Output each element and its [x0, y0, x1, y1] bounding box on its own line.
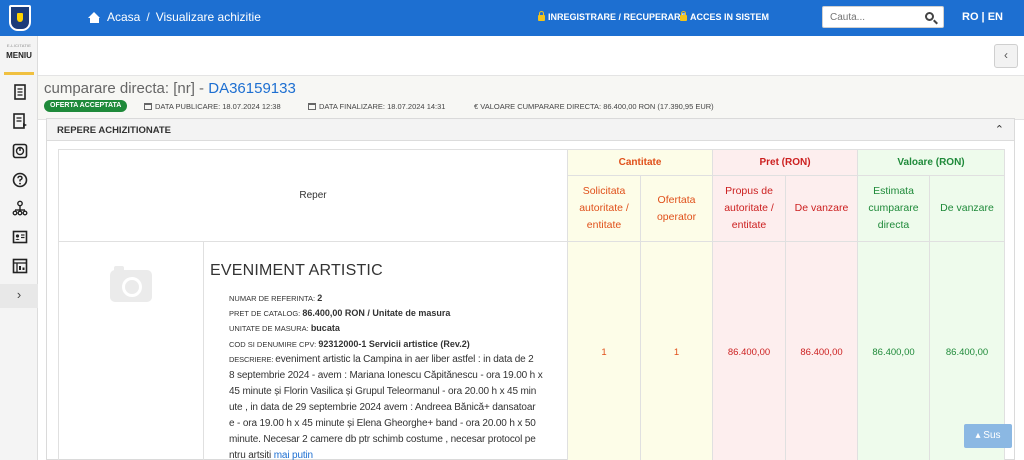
propus-header: Propus de autoritate / entitate: [712, 175, 787, 242]
breadcrumb-current: Visualizare achizitie: [155, 10, 261, 24]
solicitata-header: Solicitata autoritate / entitate: [567, 175, 641, 242]
calendar-icon: [144, 103, 152, 110]
desc-line: 45 minute și Florin Vasilica și Grupul T…: [229, 385, 537, 397]
page-header: cumparare directa: [nr] - DA36159133 OFE…: [38, 76, 1024, 120]
mai-putin-link[interactable]: mai putin: [274, 450, 313, 460]
pret-value: 86.400,00 RON / Unitate de masura: [302, 308, 451, 319]
nr-ref-label: NUMAR DE REFERINTA:: [229, 294, 318, 303]
menu-label: MENIU: [6, 51, 32, 60]
lock-icon: [538, 11, 545, 21]
camera-icon: [110, 266, 152, 302]
estimata-value: 86.400,00: [857, 241, 931, 460]
publish-date-text: DATA PUBLICARE: 18.07.2024 12:38: [155, 102, 281, 111]
sidebar: E-LICITATIE MENIU ›: [0, 36, 38, 460]
chevron-up-icon[interactable]: ⌃: [995, 123, 1004, 136]
cpv-value: 92312000-1 Servicii artistice (Rev.2): [318, 338, 470, 349]
desc-line: ute , in data de 29 septembrie 2024 avem…: [229, 401, 536, 413]
ofertata-header: Ofertata operator: [639, 175, 714, 242]
chart-icon[interactable]: [12, 143, 28, 159]
purchase-value: € VALOARE CUMPARARE DIRECTA: 86.400,00 R…: [474, 102, 714, 111]
um-value: bucata: [310, 323, 340, 334]
desc-line: minute. Necesar 2 camere db ptr schimb c…: [229, 433, 536, 445]
ofertata-value: 1: [639, 241, 714, 460]
menu-active-bar: [4, 72, 34, 75]
search-icon[interactable]: [925, 12, 934, 21]
product-details: NUMAR DE REFERINTA: 2 PRET DE CATALOG: 8…: [210, 291, 561, 460]
help-icon[interactable]: [12, 172, 28, 188]
estimata-header: Estimata cumparare directa: [857, 175, 931, 242]
page-title: cumparare directa: [nr] - DA36159133: [44, 80, 296, 97]
register-link[interactable]: INREGISTRARE / RECUPERARE: [538, 11, 687, 22]
table-row: EVENIMENT ARTISTIC NUMAR DE REFERINTA: 2…: [58, 241, 1006, 460]
breadcrumb-separator: /: [146, 10, 150, 24]
register-link-label: INREGISTRARE / RECUPERARE: [548, 12, 687, 22]
desc-line: ntru artsiti: [229, 449, 274, 460]
sidebar-expand-button[interactable]: ›: [0, 284, 38, 308]
login-link-label: ACCES IN SISTEM: [690, 12, 770, 22]
login-link[interactable]: ACCES IN SISTEM: [680, 11, 770, 22]
language-switch[interactable]: RO | EN: [962, 11, 1003, 23]
pret-label: PRET DE CATALOG:: [229, 309, 303, 319]
product-title: EVENIMENT ARTISTIC: [210, 262, 383, 279]
id-card-icon[interactable]: [12, 229, 28, 245]
finalize-date: DATA FINALIZARE: 18.07.2024 14:31: [308, 102, 445, 111]
pret-header: Pret (RON): [712, 149, 859, 176]
document-icon[interactable]: [12, 84, 28, 100]
list-icon[interactable]: [12, 113, 28, 129]
desc-line: 8 septembrie 2024 - avem : Mariana Iones…: [229, 369, 543, 381]
menu-sub-label: E-LICITATIE: [6, 43, 32, 48]
de-vanzare-pret-value: 86.400,00: [785, 241, 859, 460]
search-box: [822, 6, 944, 28]
top-navbar: Acasa / Visualizare achizitie INREGISTRA…: [0, 0, 1024, 36]
page-title-code: DA36159133: [208, 80, 296, 97]
cpv-label: COD SI DENUMIRE CPV:: [229, 339, 319, 349]
collapse-button[interactable]: ‹: [994, 44, 1018, 68]
repere-panel: REPERE ACHIZITIONATE ⌃ Reper Cantitate P…: [46, 118, 1015, 460]
nr-ref-value: 2: [317, 293, 323, 303]
panel-title: REPERE ACHIZITIONATE: [57, 125, 172, 136]
scroll-top-label: Sus: [983, 430, 1001, 441]
status-badge: OFERTA ACCEPTATA: [44, 100, 128, 112]
publish-date: DATA PUBLICARE: 18.07.2024 12:38: [144, 102, 281, 111]
desc-line: eveniment artistic la Campina in aer lib…: [275, 353, 534, 365]
search-input[interactable]: [823, 7, 919, 28]
logo-icon[interactable]: [9, 5, 31, 31]
lock-icon: [680, 11, 687, 21]
calendar-icon: [308, 103, 316, 110]
repere-table: Reper Cantitate Pret (RON) Valoare (RON)…: [58, 149, 1006, 460]
desc-line: e - ora 19.00 h x 45 minute și Elena Ghe…: [229, 417, 536, 429]
panel-header[interactable]: REPERE ACHIZITIONATE ⌃: [47, 119, 1014, 141]
page-title-prefix: cumparare directa: [nr] -: [44, 80, 209, 97]
home-icon[interactable]: [88, 11, 101, 23]
scroll-top-button[interactable]: ▴ Sus: [964, 424, 1012, 448]
valoare-header: Valoare (RON): [857, 149, 1006, 176]
main-top-strip: ‹: [38, 36, 1024, 76]
reper-header: Reper: [58, 149, 568, 242]
report-icon[interactable]: [12, 258, 28, 274]
propus-value: 86.400,00: [712, 241, 787, 460]
breadcrumb: Acasa / Visualizare achizitie: [88, 10, 261, 24]
de-vanzare-val-header: De vanzare: [929, 175, 1006, 242]
finalize-date-text: DATA FINALIZARE: 18.07.2024 14:31: [319, 102, 446, 111]
desc-label: DESCRIERE:: [229, 354, 276, 364]
um-label: UNITATE DE MASURA:: [229, 324, 311, 334]
product-image-cell: [58, 241, 204, 460]
breadcrumb-home[interactable]: Acasa: [107, 10, 140, 24]
de-vanzare-pret-header: De vanzare: [785, 175, 859, 242]
cantitate-header: Cantitate: [566, 149, 714, 176]
product-cell: EVENIMENT ARTISTIC NUMAR DE REFERINTA: 2…: [203, 241, 568, 460]
solicitata-value: 1: [567, 241, 641, 460]
menu-button[interactable]: E-LICITATIE MENIU: [0, 38, 38, 74]
tree-icon[interactable]: [12, 200, 28, 216]
